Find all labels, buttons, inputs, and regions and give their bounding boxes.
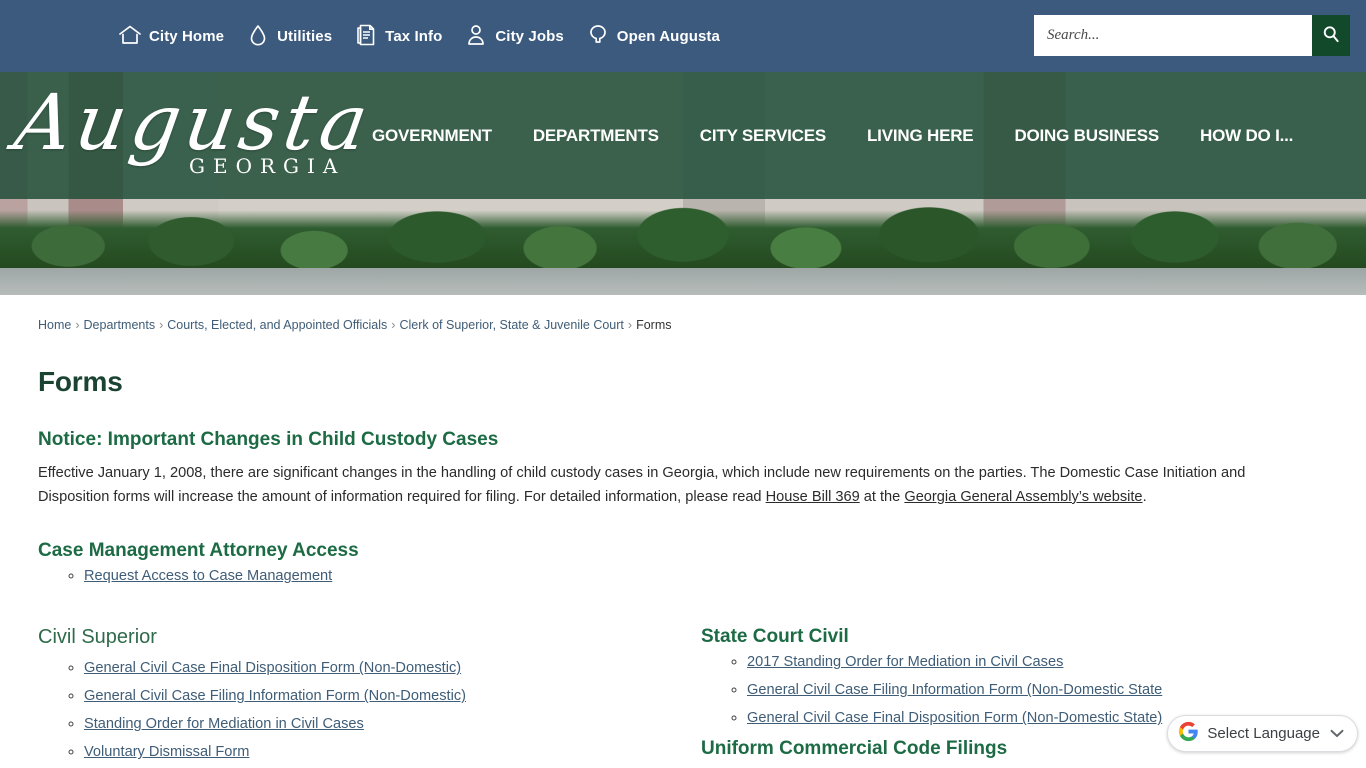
nav-item-departments[interactable]: DEPARTMENTS [533, 116, 659, 156]
breadcrumb-current: Forms [636, 318, 672, 332]
page-content-area: Home › Departments › Courts, Elected, and Ap… [0, 295, 1366, 768]
notice-text-part2: at the [859, 488, 905, 505]
breadcrumb-separator: › [159, 318, 164, 332]
civil-superior-link-list: General Civil Case Final Disposition For… [38, 660, 683, 760]
site-logo[interactable]: Augusta GEORGIA [0, 76, 379, 196]
breadcrumb-item-courts[interactable]: Courts, Elected, and Appointed Officials [167, 318, 387, 332]
forms-two-column-section: Civil Superior General Civil Case Final … [38, 626, 1328, 768]
breadcrumb: Home › Departments › Courts, Elected, and Ap… [38, 315, 1328, 332]
breadcrumb-separator: › [391, 318, 396, 332]
list-item: General Civil Case Filing Information Fo… [84, 688, 683, 704]
search-input[interactable] [1034, 15, 1312, 56]
search-icon [1321, 24, 1341, 47]
list-item: Standing Order for Mediation in Civil Ca… [84, 716, 683, 732]
nav-item-doing-business[interactable]: DOING BUSINESS [1014, 116, 1159, 156]
state-court-civil-heading: State Court Civil [701, 626, 849, 648]
list-item: Request Access to Case Management [84, 568, 1328, 584]
link-gen-civil-final-disposition-nondomestic[interactable]: General Civil Case Final Disposition For… [84, 660, 461, 676]
main-navigation: GOVERNMENT DEPARTMENTS CITY SERVICES LIV… [372, 116, 1366, 156]
link-gen-civil-final-disposition-nondomestic-state[interactable]: General Civil Case Final Disposition For… [747, 710, 1162, 726]
list-item: General Civil Case Filing Information Fo… [747, 682, 1328, 698]
quick-link-label: Open Augusta [616, 27, 720, 45]
document-icon [354, 23, 378, 49]
link-house-bill-369[interactable]: House Bill 369 [766, 489, 860, 505]
breadcrumb-item-home[interactable]: Home [38, 318, 71, 332]
quick-link-city-jobs[interactable]: City Jobs [464, 23, 564, 49]
site-search [1034, 15, 1350, 56]
quick-link-city-home[interactable]: City Home [118, 23, 224, 49]
breadcrumb-separator: › [75, 318, 80, 332]
content-card: Home › Departments › Courts, Elected, and Ap… [16, 295, 1350, 768]
case-management-heading: Case Management Attorney Access [38, 540, 359, 562]
list-item: General Civil Case Final Disposition For… [84, 660, 683, 676]
logo-subtitle: GEORGIA [189, 153, 346, 178]
quick-link-label: City Jobs [495, 27, 564, 45]
language-selector-label: Select Language [1207, 725, 1320, 742]
nav-item-government[interactable]: GOVERNMENT [372, 116, 492, 156]
notice-text-part3: . [1142, 488, 1147, 505]
home-icon [118, 23, 142, 49]
case-management-link-list: Request Access to Case Management [38, 568, 1328, 584]
quick-link-utilities[interactable]: Utilities [246, 23, 332, 49]
list-item: 2017 Standing Order for Mediation in Civ… [747, 654, 1328, 670]
nav-item-how-do-i[interactable]: HOW DO I... [1200, 116, 1293, 156]
list-item: Voluntary Dismissal Form [84, 744, 683, 760]
link-gen-civil-filing-info-nondomestic-state[interactable]: General Civil Case Filing Information Fo… [747, 682, 1162, 698]
link-voluntary-dismissal-form[interactable]: Voluntary Dismissal Form [84, 744, 249, 760]
civil-superior-heading: Civil Superior [38, 626, 157, 649]
quick-link-label: Utilities [277, 27, 333, 45]
nav-item-living-here[interactable]: LIVING HERE [867, 116, 974, 156]
person-icon [464, 23, 488, 49]
language-selector[interactable]: Select Language [1167, 715, 1358, 752]
breadcrumb-separator: › [627, 318, 633, 332]
search-button[interactable] [1312, 15, 1350, 56]
link-georgia-general-assembly[interactable]: Georgia General Assembly’s website [904, 489, 1142, 505]
breadcrumb-item-departments[interactable]: Departments [84, 318, 156, 332]
chevron-down-icon [1330, 727, 1344, 741]
tree-icon [586, 23, 610, 49]
quick-link-label: Tax Info [385, 27, 443, 45]
link-request-access-case-management[interactable]: Request Access to Case Management [84, 568, 332, 584]
notice-heading: Notice: Important Changes in Child Custo… [38, 429, 499, 450]
link-standing-order-mediation-civil[interactable]: Standing Order for Mediation in Civil Ca… [84, 716, 364, 732]
nav-item-city-services[interactable]: CITY SERVICES [700, 116, 826, 156]
column-civil-superior: Civil Superior General Civil Case Final … [38, 626, 683, 768]
notice-paragraph: Effective January 1, 2008, there are sig… [38, 462, 1296, 509]
link-2017-standing-order-mediation[interactable]: 2017 Standing Order for Mediation in Civ… [747, 654, 1063, 670]
breadcrumb-item-clerk[interactable]: Clerk of Superior, State & Juvenile Cour… [399, 318, 623, 332]
site-banner: Augusta GEORGIA GOVERNMENT DEPARTMENTS C… [0, 72, 1366, 295]
water-drop-icon [246, 23, 270, 49]
quick-link-tax-info[interactable]: Tax Info [354, 23, 442, 49]
page-title: Forms [38, 366, 123, 397]
link-gen-civil-filing-info-nondomestic[interactable]: General Civil Case Filing Information Fo… [84, 688, 466, 704]
quick-link-open-augusta[interactable]: Open Augusta [586, 23, 720, 49]
quick-link-label: City Home [149, 27, 225, 45]
google-g-icon [1178, 721, 1199, 746]
quick-links-nav: City Home Utilities Tax Info City Jobs O… [118, 23, 720, 49]
top-utility-bar: City Home Utilities Tax Info City Jobs O… [0, 0, 1366, 72]
